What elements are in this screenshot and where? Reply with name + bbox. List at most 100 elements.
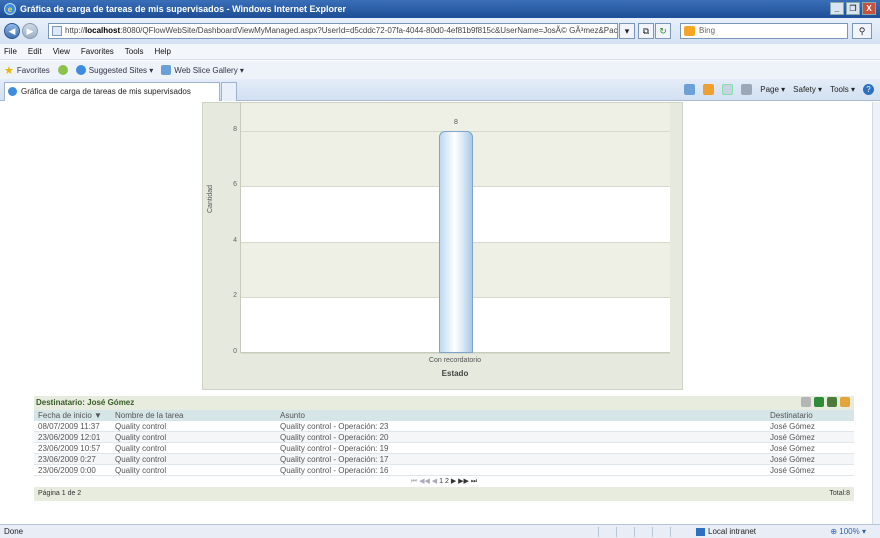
zoom-value: 100%: [839, 527, 860, 536]
add-favorite-icon[interactable]: [57, 65, 68, 75]
column-fecha[interactable]: Fecha de inicio ▼: [34, 410, 112, 421]
search-placeholder: Bing: [699, 26, 716, 35]
table-row[interactable]: 23/06/2009 10:57 Quality control Quality c…: [34, 443, 854, 454]
restore-button[interactable]: ❐: [846, 2, 860, 15]
compatibility-view-icon[interactable]: ⧉: [638, 23, 654, 39]
menu-bar: File Edit View Favorites Tools Help: [0, 44, 880, 60]
page-icon: [52, 26, 62, 36]
table-row[interactable]: 08/07/2009 11:37 Quality control Quality c…: [34, 421, 854, 432]
url-field[interactable]: http://localhost:8080/QFlowWebSite/Dashb…: [48, 23, 618, 39]
pager-first[interactable]: ⏮: [411, 478, 417, 485]
favorite-suggested-sites[interactable]: Suggested Sites ▾: [75, 65, 154, 75]
chart-panel: Cantidad 0 2 4 6 8 8 Con recordatorio Estado: [202, 102, 683, 390]
total-count: Total:8: [829, 490, 850, 497]
table-cell: José Gómez: [770, 422, 815, 431]
star-icon: ★: [4, 64, 14, 77]
search-input[interactable]: Bing: [680, 23, 848, 39]
new-tab-button[interactable]: [221, 82, 237, 101]
menu-help[interactable]: Help: [154, 47, 170, 56]
refresh-icon[interactable]: ↻: [655, 23, 671, 39]
status-panel: [616, 527, 633, 537]
table-cell: Quality control - Operación: 20: [280, 433, 389, 442]
excel-export-icon[interactable]: [814, 397, 824, 407]
print-icon[interactable]: [741, 84, 753, 95]
ie-icon: [75, 65, 86, 75]
favorites-button[interactable]: ★ Favorites: [4, 64, 50, 77]
table-cell: Quality control: [115, 455, 167, 464]
table-row[interactable]: 23/06/2009 0:27 Quality control Quality co…: [34, 454, 854, 465]
zoom-level[interactable]: ⊕ 100% ▾: [830, 525, 866, 538]
window-title: Gráfica de carga de tareas de mis superv…: [20, 4, 347, 14]
y-tick-label: 6: [233, 181, 237, 189]
page-menu[interactable]: Page ▾: [760, 85, 785, 94]
status-text: Done: [4, 527, 24, 536]
export-icon[interactable]: [827, 397, 837, 407]
favorite-suggested-label: Suggested Sites ▾: [88, 65, 154, 75]
table-cell: 23/06/2009 0:27: [38, 455, 96, 464]
plot-area: 8: [240, 103, 670, 354]
feeds-icon[interactable]: [703, 84, 715, 95]
tools-menu[interactable]: Tools ▾: [830, 85, 855, 94]
bar-value-label: 8: [454, 118, 458, 126]
pager-next[interactable]: ▶ ▶▶: [451, 478, 469, 485]
menu-view[interactable]: View: [53, 47, 70, 56]
pager-prev[interactable]: ◀◀ ◀: [419, 478, 437, 485]
favorite-web-slice[interactable]: Web Slice Gallery ▾: [161, 65, 244, 75]
pager-pages[interactable]: 1 2: [439, 478, 449, 485]
table-row[interactable]: 23/06/2009 12:01 Quality control Quality c…: [34, 432, 854, 443]
url-prefix: http://: [65, 26, 86, 35]
y-axis-label: Cantidad: [207, 184, 214, 213]
menu-file[interactable]: File: [4, 47, 17, 56]
safety-menu[interactable]: Safety ▾: [793, 85, 822, 94]
security-zone[interactable]: Local intranet: [696, 525, 756, 538]
print-icon[interactable]: [801, 397, 811, 407]
ie-logo-icon: e: [4, 3, 16, 15]
status-panel: [670, 527, 687, 537]
x-category-label: Con recordatorio: [428, 357, 482, 364]
tab-bar: Gráfica de carga de tareas de mis superv…: [0, 79, 880, 101]
column-nombre[interactable]: Nombre de la tarea: [112, 410, 277, 421]
table-cell: José Gómez: [770, 455, 815, 464]
address-dropdown-button[interactable]: ▾: [619, 23, 635, 39]
search-icon[interactable]: ⚲: [852, 23, 872, 39]
help-icon[interactable]: ?: [863, 84, 874, 95]
table-cell: Quality control - Operación: 23: [280, 422, 389, 431]
favorites-label: Favorites: [16, 65, 50, 75]
status-panel: [598, 527, 615, 537]
mail-icon[interactable]: [722, 84, 734, 95]
grid-header: Destinatario: José Gómez: [34, 396, 854, 410]
close-button[interactable]: X: [862, 2, 876, 15]
menu-favorites[interactable]: Favorites: [81, 47, 114, 56]
url-rest: :8080/QFlowWebSite/DashboardViewMyManage…: [120, 26, 618, 35]
x-axis-title: Estado: [441, 369, 469, 378]
column-destinatario[interactable]: Destinatario: [767, 410, 854, 421]
menu-tools[interactable]: Tools: [125, 47, 144, 56]
grid-column-headers: Fecha de inicio ▼ Nombre de la tarea Asu…: [34, 410, 854, 421]
column-asunto[interactable]: Asunto: [277, 410, 767, 421]
pager-last[interactable]: ⏭: [471, 478, 477, 485]
home-icon[interactable]: [684, 84, 696, 95]
settings-icon[interactable]: [840, 397, 850, 407]
table-row[interactable]: 23/06/2009 0:00 Quality control Quality co…: [34, 465, 854, 476]
forward-button[interactable]: ▶: [22, 23, 38, 39]
y-tick-label: 2: [233, 292, 237, 300]
grid-title: Destinatario: José Gómez: [36, 398, 135, 407]
menu-edit[interactable]: Edit: [28, 47, 42, 56]
table-cell: Quality control: [115, 422, 167, 431]
page-info: Página 1 de 2: [38, 490, 82, 497]
gridline: [241, 353, 670, 354]
grid-toolbar: [801, 397, 850, 407]
table-cell: 23/06/2009 10:57: [38, 444, 101, 453]
tab-title: Gráfica de carga de tareas de mis superv…: [21, 87, 191, 96]
back-button[interactable]: ◀: [4, 23, 20, 39]
vertical-scrollbar[interactable]: [872, 102, 880, 524]
table-cell: José Gómez: [770, 444, 815, 453]
status-panel: [652, 527, 669, 537]
tasks-grid: Destinatario: José Gómez Fecha de inicio…: [34, 396, 854, 516]
table-cell: 23/06/2009 12:01: [38, 433, 101, 442]
table-cell: Quality control: [115, 466, 167, 475]
bing-icon: [684, 26, 695, 36]
minimize-button[interactable]: _: [830, 2, 844, 15]
chart-bar[interactable]: [439, 130, 473, 353]
tab-current[interactable]: Gráfica de carga de tareas de mis superv…: [4, 82, 220, 101]
